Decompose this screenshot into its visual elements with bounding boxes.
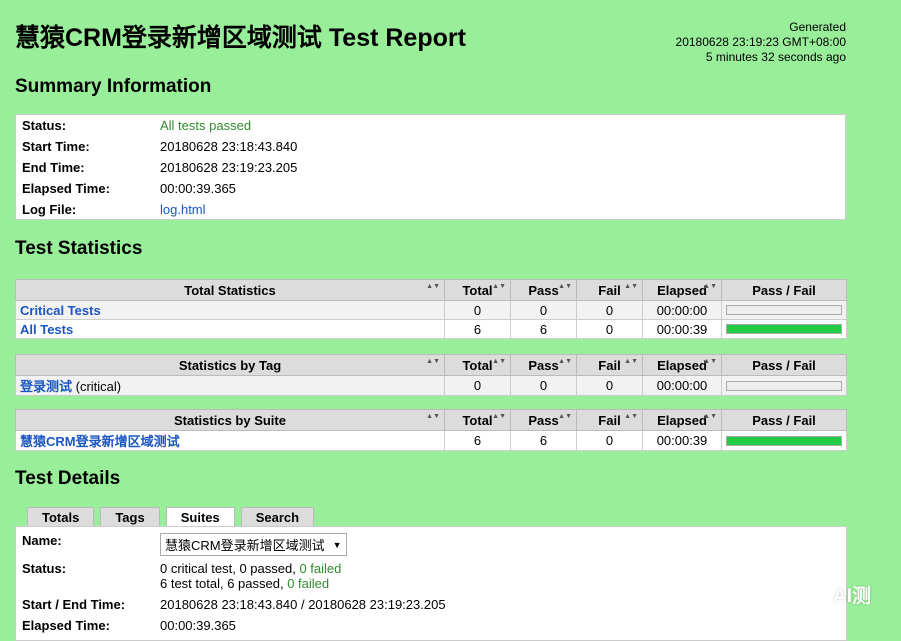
name-label: Name: — [22, 533, 62, 548]
generated-ago: 5 minutes 32 seconds ago — [705, 50, 846, 64]
tab-search[interactable]: Search — [240, 507, 315, 527]
tag-critical-suffix: (critical) — [75, 379, 122, 394]
pass-fail-bar — [726, 305, 842, 315]
summary-row-end: End Time: 20180628 23:19:23.205 — [16, 157, 303, 178]
suite-statistics-table: Statistics by Suite ▲▼ Total ▲▼ Pass ▲▼ Fai… — [15, 409, 847, 451]
report-title: 慧猿CRM登录新增区域测试 Test Report — [15, 24, 466, 52]
col-total[interactable]: Total ▲▼ — [444, 409, 511, 431]
tab-tags[interactable]: Tags — [100, 507, 160, 527]
summary-row-status: Status: All tests passed — [16, 115, 303, 136]
col-elapsed[interactable]: Elapsed ▲▼ — [642, 409, 722, 431]
sort-icon: ▲▼ — [426, 283, 440, 290]
col-fail[interactable]: Fail ▲▼ — [576, 409, 643, 431]
table-row: All Tests 6 6 0 00:00:39 — [15, 319, 847, 339]
sort-icon: ▲▼ — [558, 283, 572, 290]
generated-time: 20180628 23:19:23 GMT+08:00 — [675, 35, 846, 49]
tag-statistics-header[interactable]: Statistics by Tag ▲▼ — [15, 354, 445, 376]
start-time-value: 20180628 23:18:43.840 — [160, 139, 298, 154]
details-heading: Test Details — [15, 468, 121, 489]
col-elapsed[interactable]: Elapsed ▲▼ — [642, 279, 722, 301]
sort-icon: ▲▼ — [624, 413, 638, 420]
chevron-down-icon: ▼ — [332, 539, 342, 550]
col-pass-fail: Pass / Fail — [721, 409, 847, 431]
table-row: 慧猿CRM登录新增区域测试 6 6 0 00:00:39 — [15, 430, 847, 451]
summary-panel: Status: All tests passed Start Time: 20180… — [15, 114, 846, 220]
col-pass[interactable]: Pass ▲▼ — [510, 354, 577, 376]
col-total[interactable]: Total ▲▼ — [444, 354, 511, 376]
sort-icon: ▲▼ — [703, 358, 717, 365]
details-tabs: Totals Tags Suites Search — [27, 507, 315, 527]
sort-icon: ▲▼ — [492, 358, 506, 365]
summary-row-log: Log File: log.html — [22, 202, 206, 217]
wechat-icon — [798, 583, 828, 604]
sort-icon: ▲▼ — [624, 358, 638, 365]
start-end-value: 20180628 23:18:43.840 / 20180628 23:19:2… — [160, 597, 446, 612]
tag-statistics-table: Statistics by Tag ▲▼ Total ▲▼ Pass ▲▼ Fail ▲… — [15, 354, 847, 396]
all-tests-link[interactable]: All Tests — [20, 322, 73, 337]
suite-statistics-header[interactable]: Statistics by Suite ▲▼ — [15, 409, 445, 431]
suite-link[interactable]: 慧猿CRM登录新增区域测试 — [20, 434, 180, 449]
tab-totals[interactable]: Totals — [27, 507, 95, 527]
table-row: Critical Tests 0 0 0 00:00:00 — [15, 300, 847, 320]
sort-icon: ▲▼ — [492, 413, 506, 420]
status-value: All tests passed — [160, 118, 252, 133]
pass-fail-bar — [726, 324, 842, 334]
status-value: 0 critical test, 0 passed, 0 failed 6 te… — [160, 561, 342, 591]
tab-suites[interactable]: Suites — [165, 507, 235, 527]
tag-link[interactable]: 登录测试 — [20, 379, 72, 394]
total-statistics-header[interactable]: Total Statistics ▲▼ — [15, 279, 445, 301]
watermark: AI测 — [798, 581, 871, 608]
col-fail[interactable]: Fail ▲▼ — [576, 354, 643, 376]
summary-row-start: Start Time: 20180628 23:18:43.840 — [16, 136, 303, 157]
table-row: 登录测试 (critical) 0 0 0 00:00:00 — [15, 375, 847, 396]
generated-label: Generated — [789, 20, 846, 34]
statistics-heading: Test Statistics — [15, 238, 143, 259]
sort-icon: ▲▼ — [558, 413, 572, 420]
summary-row-elapsed: Elapsed Time: 00:00:39.365 — [16, 178, 303, 199]
sort-icon: ▲▼ — [558, 358, 572, 365]
generated-info: Generated 20180628 23:19:23 GMT+08:00 5 … — [676, 20, 846, 65]
sort-icon: ▲▼ — [703, 413, 717, 420]
col-fail[interactable]: Fail ▲▼ — [576, 279, 643, 301]
critical-tests-link[interactable]: Critical Tests — [20, 303, 101, 318]
end-time-value: 20180628 23:19:23.205 — [160, 160, 298, 175]
sort-icon: ▲▼ — [426, 413, 440, 420]
total-statistics-table: Total Statistics ▲▼ Total ▲▼ Pass ▲▼ Fail ▲▼… — [15, 279, 847, 339]
col-pass-fail: Pass / Fail — [721, 354, 847, 376]
col-pass-fail: Pass / Fail — [721, 279, 847, 301]
col-total[interactable]: Total ▲▼ — [444, 279, 511, 301]
sort-icon: ▲▼ — [492, 283, 506, 290]
sort-icon: ▲▼ — [703, 283, 717, 290]
sort-icon: ▲▼ — [624, 283, 638, 290]
suite-select[interactable]: 慧猿CRM登录新增区域测试 ▼ — [160, 533, 347, 556]
status-label: Status: — [22, 561, 67, 576]
pass-fail-bar — [726, 380, 842, 391]
details-panel: Name: 慧猿CRM登录新增区域测试 ▼ Status: 0 critical … — [15, 526, 847, 641]
summary-heading: Summary Information — [15, 76, 212, 97]
col-pass[interactable]: Pass ▲▼ — [510, 279, 577, 301]
elapsed-time-value: 00:00:39.365 — [160, 181, 236, 196]
col-elapsed[interactable]: Elapsed ▲▼ — [642, 354, 722, 376]
pass-fail-bar — [726, 435, 842, 446]
col-pass[interactable]: Pass ▲▼ — [510, 409, 577, 431]
start-end-label: Start / End Time: — [22, 597, 126, 612]
log-file-link[interactable]: log.html — [160, 202, 206, 217]
sort-icon: ▲▼ — [426, 358, 440, 365]
